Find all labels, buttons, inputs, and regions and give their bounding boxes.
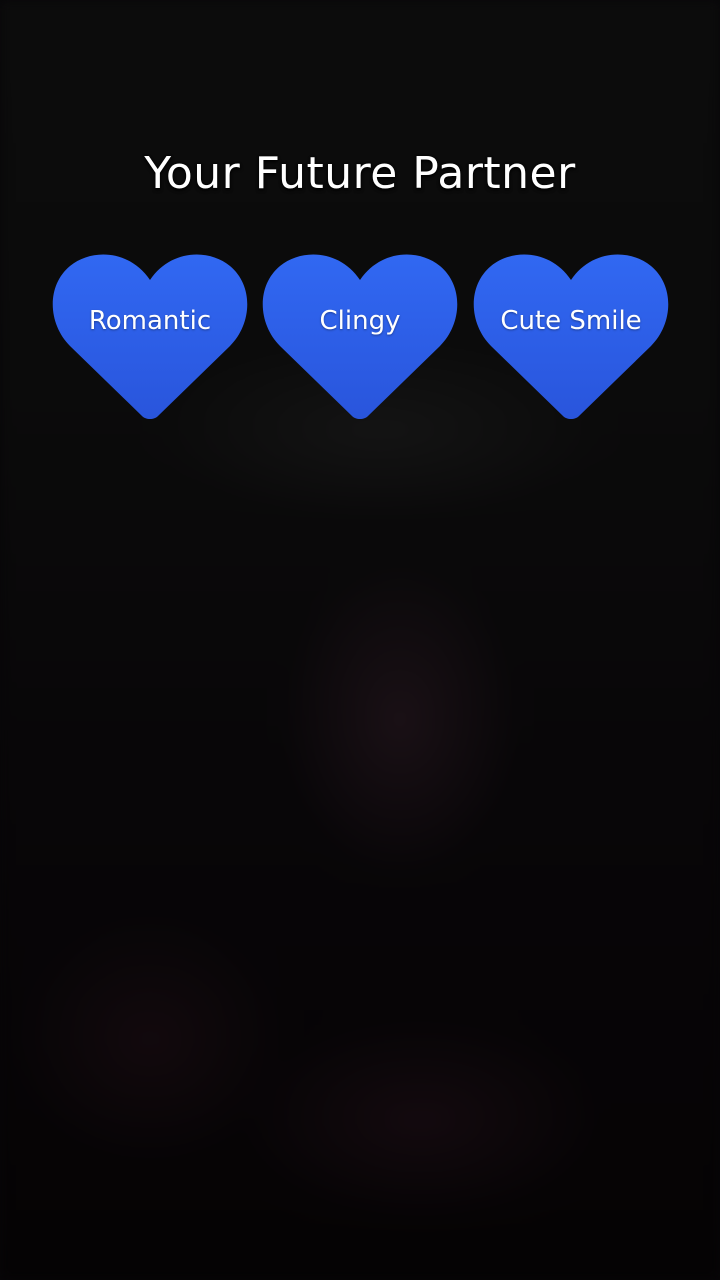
options-row: Romantic Clingy Cute Smile xyxy=(0,250,720,425)
option-heart-cute-smile[interactable]: Cute Smile xyxy=(473,250,669,422)
option-label: Romantic xyxy=(88,306,212,336)
option-label: Clingy xyxy=(319,306,401,336)
heart-icon xyxy=(473,254,669,419)
option-heart-clingy[interactable]: Clingy xyxy=(262,250,458,422)
filter-title: Your Future Partner xyxy=(144,148,576,199)
camera-screen: Your Future Partner Romantic Clingy Cute… xyxy=(0,0,720,1280)
heart-icon xyxy=(52,254,248,419)
option-label: Cute Smile xyxy=(500,306,642,336)
option-heart-romantic[interactable]: Romantic xyxy=(52,250,248,422)
heart-icon xyxy=(262,254,458,419)
